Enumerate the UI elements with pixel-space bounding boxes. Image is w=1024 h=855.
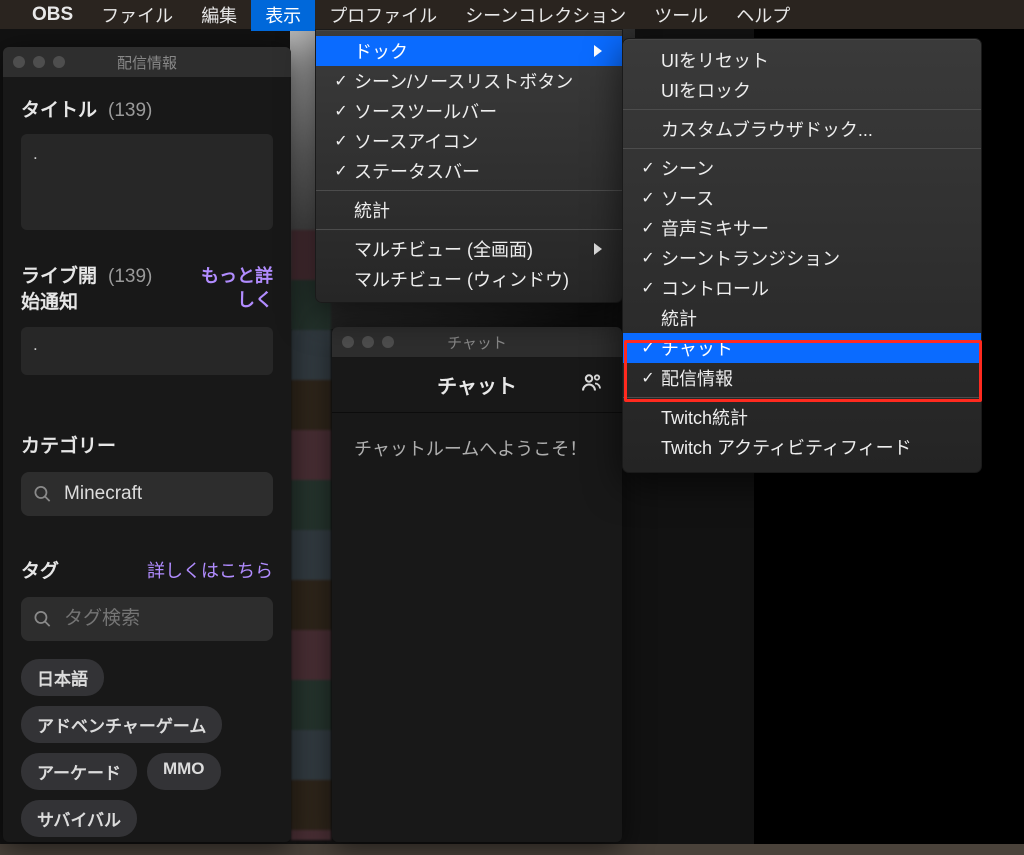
submenu-lock-ui[interactable]: UIをロック bbox=[623, 75, 981, 105]
chat-header: チャット bbox=[332, 357, 622, 413]
stream-info-title: 配信情報 bbox=[3, 52, 291, 73]
menu-item-status-bar[interactable]: ✓ステータスバー bbox=[316, 156, 622, 186]
thumbnail-strip bbox=[291, 230, 331, 840]
search-icon bbox=[33, 608, 52, 630]
menu-separator bbox=[316, 229, 622, 230]
submenu-stats[interactable]: 統計 bbox=[623, 303, 981, 333]
chat-dock: チャット チャット チャットルームへようこそ！ bbox=[332, 327, 622, 842]
menu-separator bbox=[623, 148, 981, 149]
category-label: カテゴリー bbox=[21, 431, 273, 458]
tag-chip[interactable]: アーケード bbox=[21, 753, 137, 790]
chat-titlebar[interactable]: チャット bbox=[332, 327, 622, 357]
submenu-custom-browser-dock[interactable]: カスタムブラウザドック... bbox=[623, 114, 981, 144]
users-icon[interactable] bbox=[580, 370, 604, 399]
chat-welcome-text: チャットルームへようこそ！ bbox=[354, 439, 587, 459]
golive-textarea[interactable]: . bbox=[21, 327, 273, 375]
menu-scene-collection[interactable]: シーンコレクション bbox=[451, 0, 640, 31]
menu-view[interactable]: 表示 bbox=[251, 0, 315, 31]
category-search[interactable] bbox=[21, 472, 273, 516]
tag-chip-list: 日本語 アドベンチャーゲーム アーケード MMO サバイバル bbox=[21, 659, 273, 837]
submenu-reset-ui[interactable]: UIをリセット bbox=[623, 45, 981, 75]
menu-item-source-toolbar[interactable]: ✓ソースツールバー bbox=[316, 96, 622, 126]
tag-input[interactable] bbox=[64, 608, 261, 630]
chat-header-title: チャット bbox=[437, 370, 517, 399]
menu-file[interactable]: ファイル bbox=[87, 0, 187, 31]
menu-item-source-icons[interactable]: ✓ソースアイコン bbox=[316, 126, 622, 156]
golive-value: . bbox=[33, 335, 38, 354]
submenu-controls[interactable]: ✓コントロール bbox=[623, 273, 981, 303]
title-textarea[interactable]: . bbox=[21, 134, 273, 230]
chevron-right-icon bbox=[594, 243, 602, 255]
menu-edit[interactable]: 編集 bbox=[187, 0, 251, 31]
menu-separator bbox=[623, 397, 981, 398]
menu-item-stats[interactable]: 統計 bbox=[316, 195, 622, 225]
stream-info-dock: 配信情報 タイトル (139) . ライブ開 (139) 始通知 もっと詳 しく… bbox=[3, 47, 291, 842]
tag-chip[interactable]: サバイバル bbox=[21, 800, 137, 837]
submenu-audio-mixer[interactable]: ✓音声ミキサー bbox=[623, 213, 981, 243]
submenu-chat[interactable]: ✓チャット bbox=[623, 333, 981, 363]
dock-submenu: UIをリセット UIをロック カスタムブラウザドック... ✓シーン ✓ソース … bbox=[622, 38, 982, 473]
app-name[interactable]: OBS bbox=[32, 4, 73, 26]
golive-count: (139) bbox=[108, 266, 152, 287]
macos-menubar: OBS ファイル 編集 表示 プロファイル シーンコレクション ツール ヘルプ bbox=[0, 0, 1024, 29]
title-label: タイトル bbox=[21, 95, 97, 122]
chevron-right-icon bbox=[594, 45, 602, 57]
menu-separator bbox=[623, 109, 981, 110]
golive-label-line1: ライブ開 bbox=[21, 264, 97, 290]
stream-info-titlebar[interactable]: 配信情報 bbox=[3, 47, 291, 77]
menu-help[interactable]: ヘルプ bbox=[722, 0, 804, 31]
title-count: (139) bbox=[108, 100, 152, 121]
tag-chip[interactable]: MMO bbox=[147, 753, 221, 790]
view-menu-dropdown: ドック ✓シーン/ソースリストボタン ✓ソースツールバー ✓ソースアイコン ✓ス… bbox=[315, 29, 623, 303]
menu-item-scene-source-buttons[interactable]: ✓シーン/ソースリストボタン bbox=[316, 66, 622, 96]
golive-label-line2: 始通知 bbox=[21, 290, 78, 316]
tag-label: タグ bbox=[21, 556, 59, 583]
tag-search[interactable] bbox=[21, 597, 273, 641]
menu-item-multiview-window[interactable]: マルチビュー (ウィンドウ) bbox=[316, 264, 622, 294]
menu-item-multiview-full[interactable]: マルチビュー (全画面) bbox=[316, 234, 622, 264]
tag-chip[interactable]: アドベンチャーゲーム bbox=[21, 706, 222, 743]
title-value: . bbox=[33, 144, 38, 163]
submenu-source[interactable]: ✓ソース bbox=[623, 183, 981, 213]
submenu-twitch-activity[interactable]: Twitch アクティビティフィード bbox=[623, 432, 981, 462]
chat-body: チャットルームへようこそ！ bbox=[332, 413, 622, 486]
tag-chip[interactable]: 日本語 bbox=[21, 659, 104, 696]
tag-learn-more-link[interactable]: 詳しくはこちら bbox=[147, 557, 273, 583]
search-icon bbox=[33, 483, 52, 505]
submenu-scene[interactable]: ✓シーン bbox=[623, 153, 981, 183]
menu-item-dock[interactable]: ドック bbox=[316, 36, 622, 66]
submenu-stream-info[interactable]: ✓配信情報 bbox=[623, 363, 981, 393]
submenu-twitch-stats[interactable]: Twitch統計 bbox=[623, 402, 981, 432]
chat-window-title: チャット bbox=[332, 332, 622, 353]
more-details-link[interactable]: もっと詳 しく bbox=[201, 264, 273, 313]
category-input[interactable] bbox=[64, 483, 261, 505]
menu-separator bbox=[316, 190, 622, 191]
menu-profile[interactable]: プロファイル bbox=[315, 0, 451, 31]
submenu-scene-transition[interactable]: ✓シーントランジション bbox=[623, 243, 981, 273]
menu-tools[interactable]: ツール bbox=[640, 0, 722, 31]
